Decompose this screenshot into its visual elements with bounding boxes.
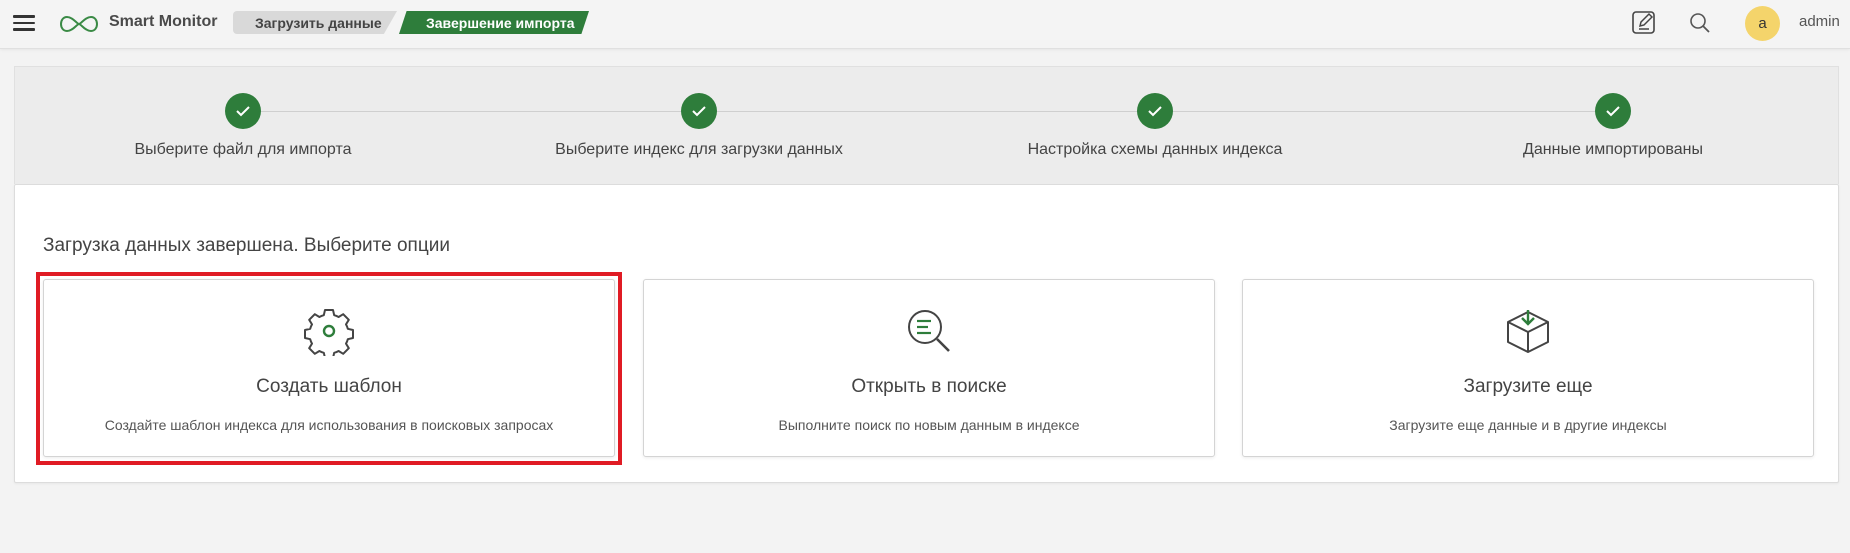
step-label: Выберите файл для импорта	[134, 141, 352, 158]
check-icon	[1595, 93, 1631, 129]
step-label: Данные импортированы	[1523, 141, 1703, 158]
check-icon	[225, 93, 261, 129]
option-description: Создайте шаблон индекса для использовани…	[104, 417, 554, 433]
option-description: Выполните поиск по новым данным в индекс…	[778, 417, 1080, 433]
check-icon	[681, 93, 717, 129]
upload-more-card[interactable]: Загрузите еще Загрузите еще данные и в д…	[1242, 279, 1814, 457]
steps-connector	[243, 111, 1628, 112]
step-label: Выберите индекс для загрузки данных	[555, 141, 843, 158]
option-title: Создать шаблон	[256, 376, 402, 397]
menu-icon[interactable]	[13, 12, 35, 34]
step-select-index: Выберите индекс для загрузки данных	[509, 93, 889, 159]
step-imported: Данные импортированы	[1423, 93, 1803, 159]
gear-icon	[304, 309, 354, 356]
option-description: Загрузите еще данные и в другие индексы	[1389, 417, 1667, 433]
step-schema-setup: Настройка схемы данных индекса	[965, 93, 1345, 159]
page-title: Загрузка данных завершена. Выберите опци…	[43, 235, 450, 256]
create-template-card[interactable]: Создать шаблон Создайте шаблон индекса д…	[43, 279, 615, 457]
avatar[interactable]: a	[1745, 6, 1780, 41]
import-steps: Выберите файл для импорта Выберите индек…	[14, 66, 1839, 184]
box-download-icon	[1507, 310, 1549, 353]
top-bar: Smart Monitor Загрузить данные Завершени…	[0, 0, 1850, 49]
step-select-file: Выберите файл для импорта	[53, 93, 433, 159]
search-icon[interactable]	[1688, 11, 1712, 35]
step-label: Настройка схемы данных индекса	[1027, 141, 1283, 158]
logo-infinity-icon	[60, 15, 98, 33]
app-title: Smart Monitor	[109, 13, 218, 30]
username[interactable]: admin	[1799, 13, 1840, 30]
option-title: Открыть в поиске	[851, 376, 1007, 397]
open-in-search-card[interactable]: Открыть в поиске Выполните поиск по новы…	[643, 279, 1215, 457]
search-list-icon	[908, 310, 950, 352]
option-title: Загрузите еще	[1463, 376, 1593, 397]
completion-panel: Загрузка данных завершена. Выберите опци…	[14, 184, 1839, 483]
check-icon	[1137, 93, 1173, 129]
breadcrumb-import-complete: Завершение импорта	[399, 11, 589, 34]
breadcrumb-upload-data[interactable]: Загрузить данные	[233, 11, 397, 34]
edit-icon[interactable]	[1631, 9, 1657, 35]
